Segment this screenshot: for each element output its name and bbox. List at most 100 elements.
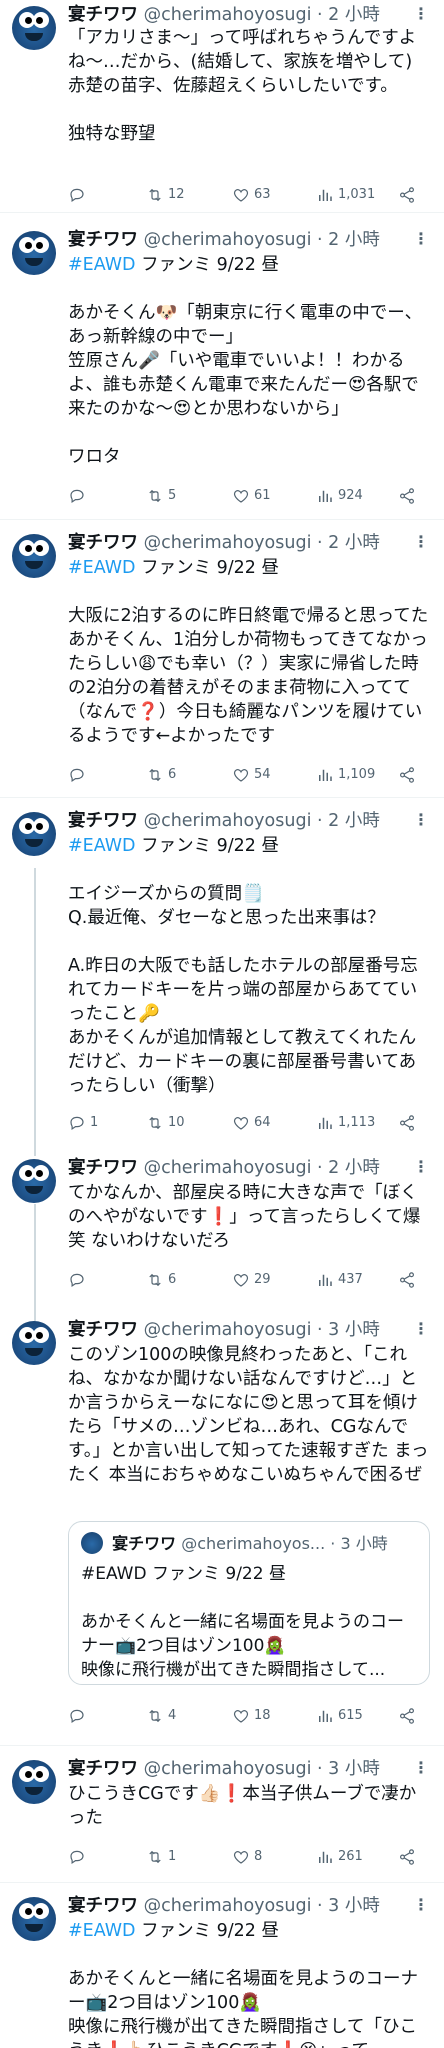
- avatar[interactable]: [12, 1760, 56, 1804]
- avatar[interactable]: [12, 1897, 56, 1941]
- tweet[interactable]: 宴チワワ @cherimahoyosugi · 2 小時 ⋮ てかなんか、部屋戻…: [0, 1143, 444, 1305]
- reply-button[interactable]: [68, 1269, 90, 1291]
- hashtag-link[interactable]: #EAWD: [68, 558, 136, 578]
- views-button[interactable]: 615: [316, 1705, 363, 1727]
- display-name[interactable]: 宴チワワ: [68, 1158, 138, 1178]
- tweet-text: ひこうきCGです👍🏻❗本当子供ムーブで凄かった: [68, 1784, 417, 1828]
- retweet-button[interactable]: 1: [146, 1846, 176, 1868]
- timestamp[interactable]: · 2 小時: [317, 533, 380, 553]
- reply-button[interactable]: [68, 485, 90, 507]
- display-name[interactable]: 宴チワワ: [68, 1896, 138, 1916]
- like-button[interactable]: 8: [232, 1846, 262, 1868]
- tweet[interactable]: 宴チワワ @cherimahoyosugi · 3 小時 ⋮ このゾン100の映…: [0, 1305, 444, 1745]
- reply-button[interactable]: 1: [68, 1112, 98, 1134]
- timestamp[interactable]: · 2 小時: [317, 230, 380, 250]
- avatar[interactable]: [12, 231, 56, 275]
- share-button[interactable]: [398, 1269, 416, 1291]
- tweet[interactable]: 宴チワワ @cherimahoyosugi · 2 小時 ⋮ #EAWD ファン…: [0, 520, 444, 797]
- share-button[interactable]: [398, 1705, 416, 1727]
- share-button[interactable]: [398, 1846, 416, 1868]
- retweet-button[interactable]: 5: [146, 485, 176, 507]
- display-name[interactable]: 宴チワワ: [68, 533, 138, 553]
- share-icon: [400, 488, 414, 504]
- views-button[interactable]: 1,109: [316, 764, 375, 786]
- retweet-button[interactable]: 4: [146, 1705, 176, 1727]
- more-icon[interactable]: ⋮: [412, 1758, 430, 1778]
- timestamp[interactable]: · 2 小時: [317, 811, 380, 831]
- hashtag-link[interactable]: #EAWD: [68, 255, 136, 275]
- like-button[interactable]: 63: [232, 184, 271, 206]
- retweet-icon: [149, 1116, 161, 1130]
- tweet[interactable]: 宴チワワ @cherimahoyosugi · 2 小時 ⋮ #EAWD ファン…: [0, 213, 444, 519]
- reply-button[interactable]: [68, 1846, 90, 1868]
- reply-button[interactable]: [68, 1705, 90, 1727]
- views-button[interactable]: 261: [316, 1846, 363, 1868]
- like-button[interactable]: 61: [232, 485, 271, 507]
- avatar[interactable]: [12, 6, 56, 50]
- more-icon[interactable]: ⋮: [412, 1157, 430, 1177]
- share-button[interactable]: [398, 184, 416, 206]
- timestamp[interactable]: · 3 小時: [317, 1759, 380, 1779]
- avatar[interactable]: [12, 1159, 56, 1203]
- share-button[interactable]: [398, 485, 416, 507]
- reply-button[interactable]: [68, 764, 90, 786]
- retweet-button[interactable]: 6: [146, 764, 176, 786]
- more-icon[interactable]: ⋮: [412, 810, 430, 830]
- handle[interactable]: @cherimahoyosugi: [144, 1320, 312, 1340]
- tweet[interactable]: 宴チワワ @cherimahoyosugi · 2 小時 ⋮ #EAWD ファン…: [0, 798, 444, 1143]
- action-bar: 4 18 615: [68, 1705, 418, 1727]
- retweet-icon: [149, 1709, 161, 1723]
- avatar[interactable]: [12, 812, 56, 856]
- timestamp[interactable]: · 2 小時: [317, 5, 380, 25]
- heart-icon: [233, 1117, 249, 1130]
- reply-icon: [70, 1850, 84, 1864]
- display-name[interactable]: 宴チワワ: [68, 1320, 138, 1340]
- hashtag-link[interactable]: #EAWD: [68, 1921, 136, 1941]
- like-button[interactable]: 29: [232, 1269, 271, 1291]
- views-button[interactable]: 924: [316, 485, 363, 507]
- more-icon[interactable]: ⋮: [412, 532, 430, 552]
- display-name[interactable]: 宴チワワ: [68, 811, 138, 831]
- like-button[interactable]: 64: [232, 1112, 271, 1134]
- heart-icon: [233, 490, 249, 503]
- reply-icon: [70, 1273, 84, 1287]
- like-button[interactable]: 54: [232, 764, 271, 786]
- avatar[interactable]: [12, 1321, 56, 1365]
- display-name[interactable]: 宴チワワ: [68, 5, 138, 25]
- handle[interactable]: @cherimahoyosugi: [144, 811, 312, 831]
- handle[interactable]: @cherimahoyosugi: [144, 5, 312, 25]
- retweet-button[interactable]: 6: [146, 1269, 176, 1291]
- more-icon[interactable]: ⋮: [412, 4, 430, 24]
- more-icon[interactable]: ⋮: [412, 1895, 430, 1915]
- tweet-text: あかそくん🐶「朝東京に行く電車の中でー、あっ新幹線の中でー」 笠原さん🎤「いや電…: [68, 303, 423, 467]
- timestamp[interactable]: · 3 小時: [317, 1896, 380, 1916]
- heart-icon: [233, 769, 249, 782]
- timestamp[interactable]: · 3 小時: [317, 1320, 380, 1340]
- display-name[interactable]: 宴チワワ: [68, 230, 138, 250]
- avatar[interactable]: [12, 534, 56, 578]
- views-button[interactable]: 1,113: [316, 1112, 375, 1134]
- reply-button[interactable]: [68, 184, 90, 206]
- tweet[interactable]: 宴チワワ @cherimahoyosugi · 3 小時 ⋮ #EAWD ファン…: [0, 1883, 444, 2048]
- more-icon[interactable]: ⋮: [412, 229, 430, 249]
- handle[interactable]: @cherimahoyosugi: [144, 230, 312, 250]
- quoted-tweet[interactable]: 宴チワワ @cherimahoyos... · 3 小時 #EAWD ファンミ …: [68, 1521, 430, 1685]
- like-button[interactable]: 18: [232, 1705, 271, 1727]
- views-button[interactable]: 1,031: [316, 184, 375, 206]
- share-icon: [400, 187, 414, 203]
- tweet[interactable]: 宴チワワ @cherimahoyosugi · 2 小時 ⋮ 「アカリさま〜」っ…: [0, 0, 444, 212]
- handle[interactable]: @cherimahoyosugi: [144, 533, 312, 553]
- handle[interactable]: @cherimahoyosugi: [144, 1759, 312, 1779]
- views-button[interactable]: 437: [316, 1269, 363, 1291]
- tweet[interactable]: 宴チワワ @cherimahoyosugi · 3 小時 ⋮ ひこうきCGです👍…: [0, 1746, 444, 1882]
- timestamp[interactable]: · 2 小時: [317, 1158, 380, 1178]
- retweet-button[interactable]: 10: [146, 1112, 185, 1134]
- handle[interactable]: @cherimahoyosugi: [144, 1158, 312, 1178]
- hashtag-link[interactable]: #EAWD: [68, 836, 136, 856]
- share-button[interactable]: [398, 764, 416, 786]
- retweet-button[interactable]: 12: [146, 184, 185, 206]
- more-icon[interactable]: ⋮: [412, 1319, 430, 1339]
- share-button[interactable]: [398, 1112, 416, 1134]
- handle[interactable]: @cherimahoyosugi: [144, 1896, 312, 1916]
- display-name[interactable]: 宴チワワ: [68, 1759, 138, 1779]
